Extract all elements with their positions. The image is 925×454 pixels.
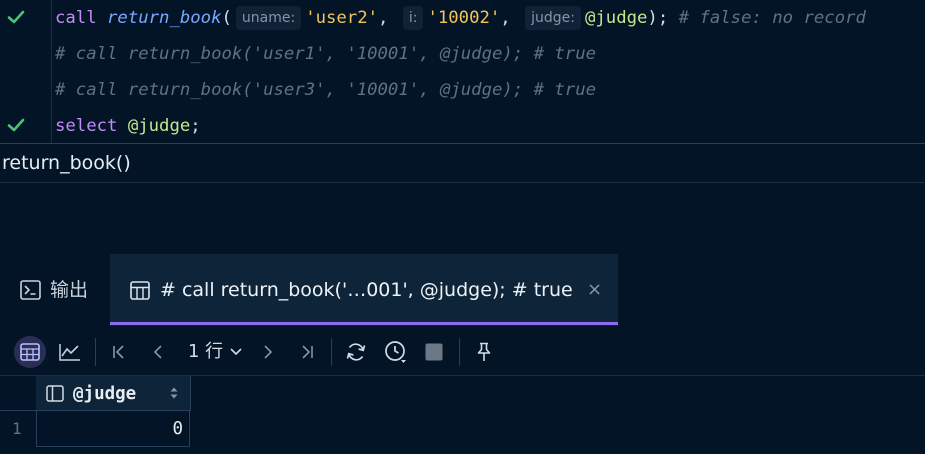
string-arg: '10002' [427,8,501,28]
pin-tab-button[interactable] [468,336,500,368]
table-icon [130,281,150,300]
close-icon[interactable]: × [587,254,602,326]
row-count-selector[interactable]: 1 行 [188,330,223,374]
comma: , [500,8,511,28]
code-comment: # false: no record [678,8,866,28]
sort-icon[interactable] [169,386,179,400]
check-icon [7,118,25,132]
terminal-icon [20,280,41,300]
function-name: return_book [107,8,222,28]
first-page-icon [113,345,124,359]
chart-view-button[interactable] [54,336,86,368]
first-page-button[interactable] [103,336,135,368]
tab-result[interactable]: # call return_book('…001', @judge); # tr… [110,254,618,326]
semicolon: ; [190,116,201,136]
next-page-button[interactable] [252,336,284,368]
line-chart-icon [59,344,80,361]
last-page-icon [302,345,313,359]
code-line-comment[interactable]: # call return_book('user1', '10001', @ju… [55,36,596,72]
active-tab-indicator [110,322,618,325]
tab-result-label: # call return_book('…001', @judge); # tr… [160,279,573,301]
pin-icon [477,342,491,361]
refresh-icon [346,343,366,361]
toolbar-divider [459,338,460,366]
clock-icon [385,341,406,363]
variable: @judge [127,116,191,136]
divider [0,182,925,183]
row-number[interactable]: 1 [0,411,36,447]
gutter-divider [51,0,52,143]
query-title: return_book() [2,152,131,174]
toolbar-divider [95,338,96,366]
code-line-comment[interactable]: # call return_book('user3', '10001', @ju… [55,72,596,108]
column-header-label: @judge [73,384,137,404]
column-icon [46,385,64,402]
previous-page-button[interactable] [142,336,174,368]
keyword: call [55,8,97,28]
history-button[interactable] [380,336,412,368]
table-icon [20,343,40,361]
string-arg: 'user2' [305,8,379,28]
param-hint-i: i: [402,6,424,30]
table-view-button[interactable] [14,336,46,368]
column-header[interactable]: @judge [36,376,191,410]
refresh-button[interactable] [340,336,372,368]
paren-semicolon: ); [647,8,669,28]
last-page-button[interactable] [291,336,323,368]
code-line-select[interactable]: select @judge; [55,108,201,143]
param-hint-uname: uname: [235,6,302,30]
keyword: select [55,116,118,136]
param-hint-judge: judge: [525,6,581,30]
chevron-down-icon[interactable] [229,347,243,357]
results-tab-bar: 输出 # call return_book('…001', @judge); #… [0,254,925,326]
chevron-left-icon [153,345,162,359]
stop-icon [425,343,443,361]
check-icon [7,10,25,24]
chevron-right-icon [264,345,273,359]
query-title-bar: return_book() [0,144,925,182]
tab-output-label: 输出 [50,279,89,301]
results-toolbar: 1 行 [0,330,925,374]
variable-arg: @judge [584,8,648,28]
tab-output[interactable]: 输出 [0,254,110,326]
code-line-call[interactable]: call return_book(uname:'user2', i: '10002… [55,0,866,36]
toolbar-divider [331,338,332,366]
paren: ( [221,8,232,28]
comma: , [378,8,389,28]
table-cell[interactable]: 0 [36,411,190,447]
stop-button[interactable] [418,336,450,368]
sql-editor[interactable]: call return_book(uname:'user2', i: '10002… [0,0,925,143]
